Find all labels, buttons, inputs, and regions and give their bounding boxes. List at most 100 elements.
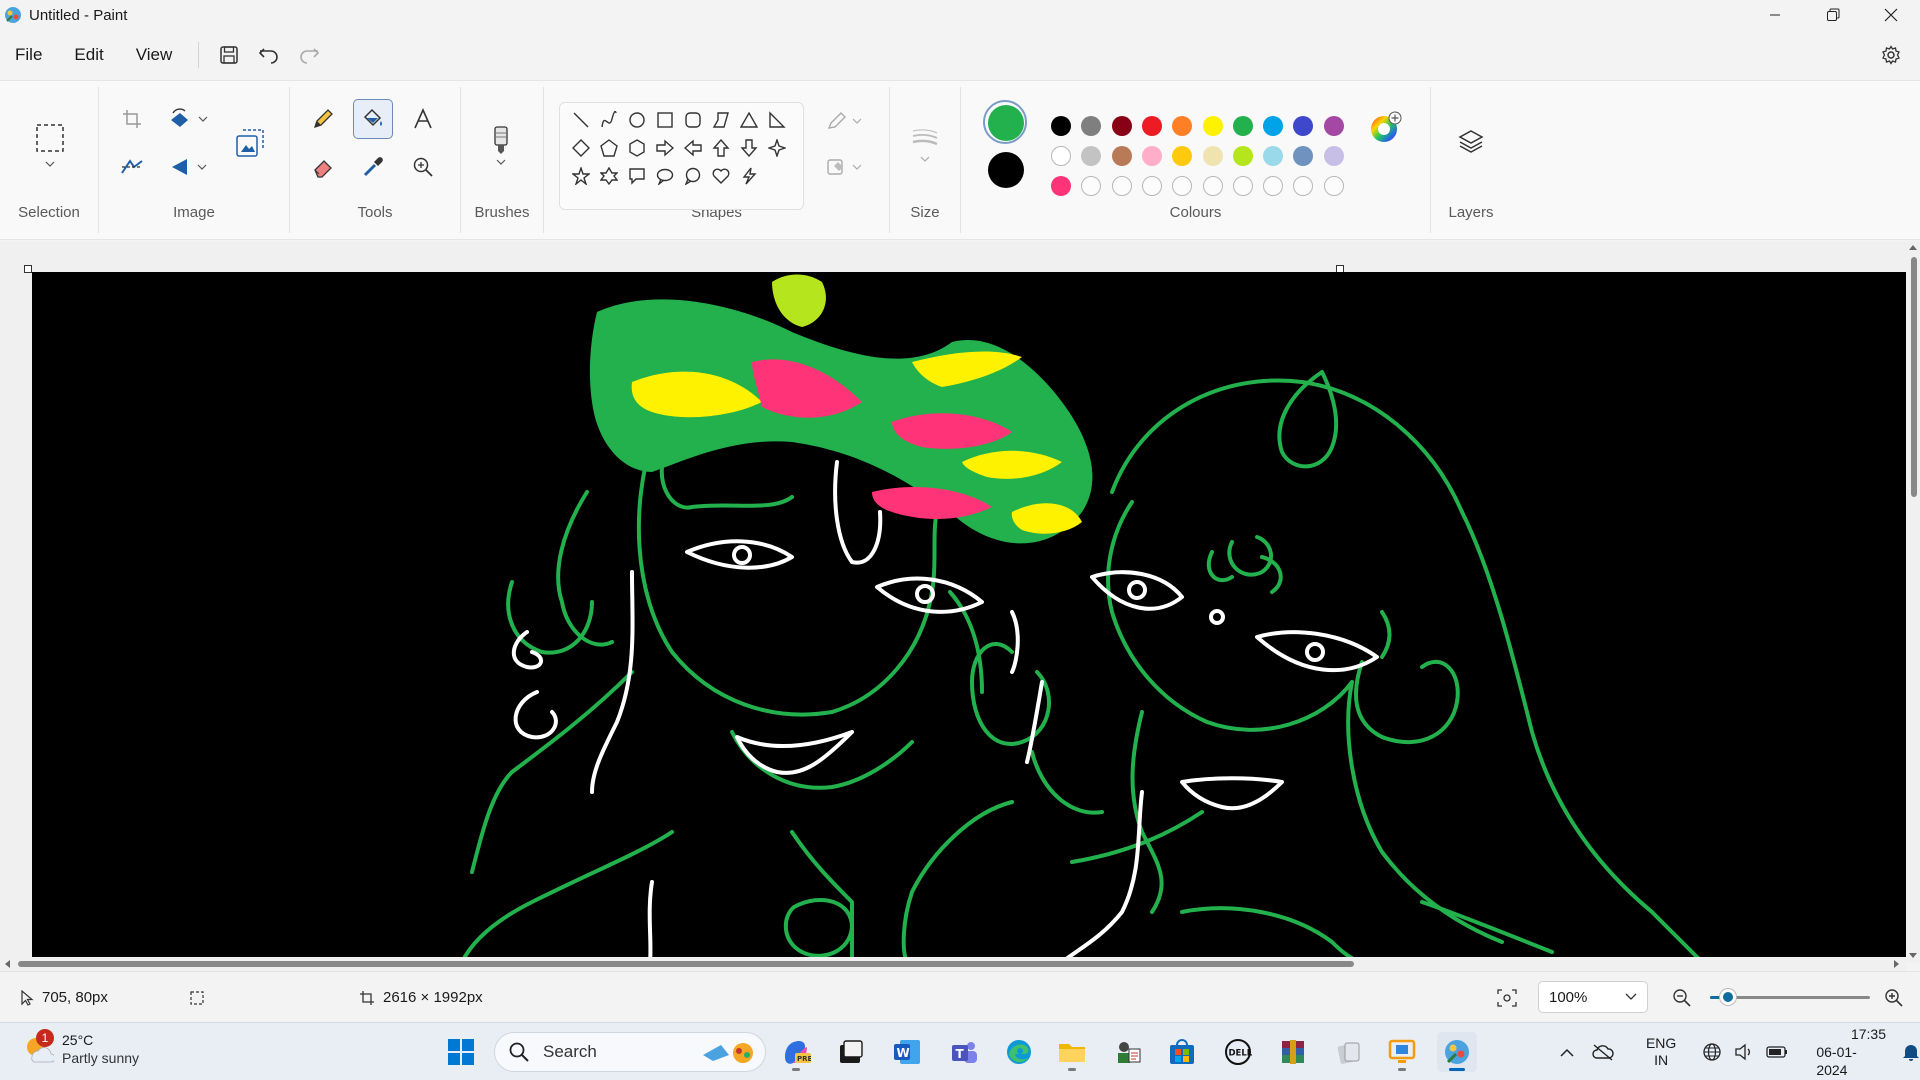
rotate-button[interactable] <box>162 99 214 139</box>
crop-button[interactable] <box>112 99 152 139</box>
color-swatch[interactable] <box>1263 146 1284 166</box>
brushes-button[interactable] <box>481 115 521 175</box>
outline-button[interactable] <box>818 101 870 141</box>
vertical-scroll-thumb[interactable] <box>1911 257 1917 497</box>
quick-settings-button[interactable] <box>1702 1042 1788 1062</box>
taskbar-search-box[interactable]: Search <box>494 1032 766 1072</box>
zoom-slider[interactable] <box>1710 989 1870 1005</box>
menu-view[interactable]: View <box>120 37 189 73</box>
scroll-left-icon[interactable] <box>4 960 10 968</box>
minimize-button[interactable] <box>1746 0 1804 30</box>
shape-hexagon[interactable] <box>624 135 650 161</box>
undo-button[interactable] <box>249 37 289 73</box>
secondary-color-swatch[interactable] <box>988 152 1024 188</box>
taskbar-utility[interactable] <box>1328 1032 1368 1072</box>
taskbar-paint[interactable] <box>1437 1032 1477 1072</box>
color-swatch[interactable] <box>1232 116 1253 136</box>
shape-arrow-left[interactable] <box>680 135 706 161</box>
color-swatch[interactable] <box>1323 146 1344 166</box>
taskbar-teams[interactable]: T <box>944 1032 984 1072</box>
redo-button[interactable] <box>289 37 329 73</box>
taskbar-copilot[interactable]: PRE <box>776 1032 816 1072</box>
custom-color-slot[interactable] <box>1111 176 1132 196</box>
settings-button[interactable] <box>1874 38 1908 72</box>
color-swatch[interactable] <box>1263 116 1284 136</box>
menu-file[interactable]: File <box>0 37 58 73</box>
shape-arrow-up[interactable] <box>708 135 734 161</box>
shape-polygon[interactable] <box>708 107 734 133</box>
taskbar-file-explorer[interactable] <box>1052 1032 1092 1072</box>
scroll-down-icon[interactable] <box>1909 953 1917 959</box>
start-button[interactable] <box>441 1032 481 1072</box>
weather-widget[interactable]: 1 25°C Partly sunny <box>22 1029 139 1067</box>
taskbar-edge[interactable] <box>999 1032 1039 1072</box>
color-picker-button[interactable] <box>353 147 393 187</box>
adjust-button[interactable] <box>112 147 152 187</box>
drawing-canvas[interactable] <box>32 272 1906 962</box>
notifications-button[interactable] <box>1902 1042 1920 1062</box>
shape-five-point-star[interactable] <box>568 163 594 189</box>
custom-color-slot[interactable] <box>1141 176 1162 196</box>
flip-button[interactable] <box>162 147 214 187</box>
restore-button[interactable] <box>1804 0 1862 30</box>
vertical-scrollbar[interactable] <box>1906 241 1920 962</box>
color-swatch[interactable] <box>1051 116 1071 136</box>
shape-diamond[interactable] <box>568 135 594 161</box>
shape-six-point-star[interactable] <box>596 163 622 189</box>
color-swatch[interactable] <box>1051 146 1071 166</box>
scroll-right-icon[interactable] <box>1894 960 1900 968</box>
taskbar-winrar[interactable] <box>1273 1032 1313 1072</box>
shape-rounded-rectangle[interactable] <box>680 107 706 133</box>
horizontal-scroll-thumb[interactable] <box>18 961 1354 967</box>
shape-triangle[interactable] <box>736 107 762 133</box>
taskbar-task-view[interactable] <box>831 1032 871 1072</box>
shape-oval[interactable] <box>624 107 650 133</box>
menu-edit[interactable]: Edit <box>58 37 119 73</box>
taskbar-microsoft-store[interactable] <box>1162 1032 1202 1072</box>
shape-arrow-right[interactable] <box>652 135 678 161</box>
shape-four-point-star[interactable] <box>764 135 790 161</box>
magnifier-button[interactable] <box>403 147 443 187</box>
size-button[interactable] <box>905 115 945 175</box>
fit-to-window-button[interactable] <box>1497 972 1517 1023</box>
taskbar-app-pinned[interactable] <box>1107 1032 1147 1072</box>
color-swatch[interactable] <box>1051 176 1071 196</box>
color-swatch[interactable] <box>1202 116 1223 136</box>
zoom-in-button[interactable] <box>1884 972 1904 1023</box>
shape-rect-callout[interactable] <box>624 163 650 189</box>
color-swatch[interactable] <box>1202 146 1223 166</box>
shape-line[interactable] <box>568 107 594 133</box>
pencil-tool-button[interactable] <box>303 99 343 139</box>
shape-curve[interactable] <box>596 107 622 133</box>
fill-tool-button[interactable] <box>353 99 393 139</box>
zoom-slider-thumb[interactable] <box>1719 989 1736 1005</box>
selection-tool-button[interactable] <box>30 115 70 175</box>
shape-cloud-callout[interactable] <box>680 163 706 189</box>
show-hidden-icons-button[interactable] <box>1550 1048 1583 1057</box>
layers-button[interactable] <box>1451 121 1491 161</box>
scroll-up-icon[interactable] <box>1909 244 1917 250</box>
shape-pentagon[interactable] <box>596 135 622 161</box>
save-button[interactable] <box>209 37 249 73</box>
custom-color-slot[interactable] <box>1232 176 1253 196</box>
color-swatch[interactable] <box>1111 116 1132 136</box>
fill-style-button[interactable] <box>818 147 870 187</box>
onedrive-button[interactable] <box>1583 1043 1622 1061</box>
custom-color-slot[interactable] <box>1263 176 1284 196</box>
shape-lightning[interactable] <box>736 163 762 189</box>
canvas-resize-handle[interactable] <box>24 265 32 273</box>
eraser-tool-button[interactable] <box>303 147 343 187</box>
taskbar-dell[interactable]: DELL <box>1218 1032 1258 1072</box>
color-swatch[interactable] <box>1323 116 1344 136</box>
shape-rectangle[interactable] <box>652 107 678 133</box>
shape-right-triangle[interactable] <box>764 107 790 133</box>
taskbar-remote-desktop[interactable] <box>1382 1032 1422 1072</box>
color-swatch[interactable] <box>1141 146 1162 166</box>
custom-color-slot[interactable] <box>1323 176 1344 196</box>
horizontal-scrollbar[interactable] <box>0 957 1906 971</box>
shape-arrow-down[interactable] <box>736 135 762 161</box>
shape-heart[interactable] <box>708 163 734 189</box>
clock[interactable]: 17:35 06-01-2024 <box>1816 1025 1886 1079</box>
resize-button[interactable] <box>230 123 270 163</box>
color-swatch[interactable] <box>1232 146 1253 166</box>
